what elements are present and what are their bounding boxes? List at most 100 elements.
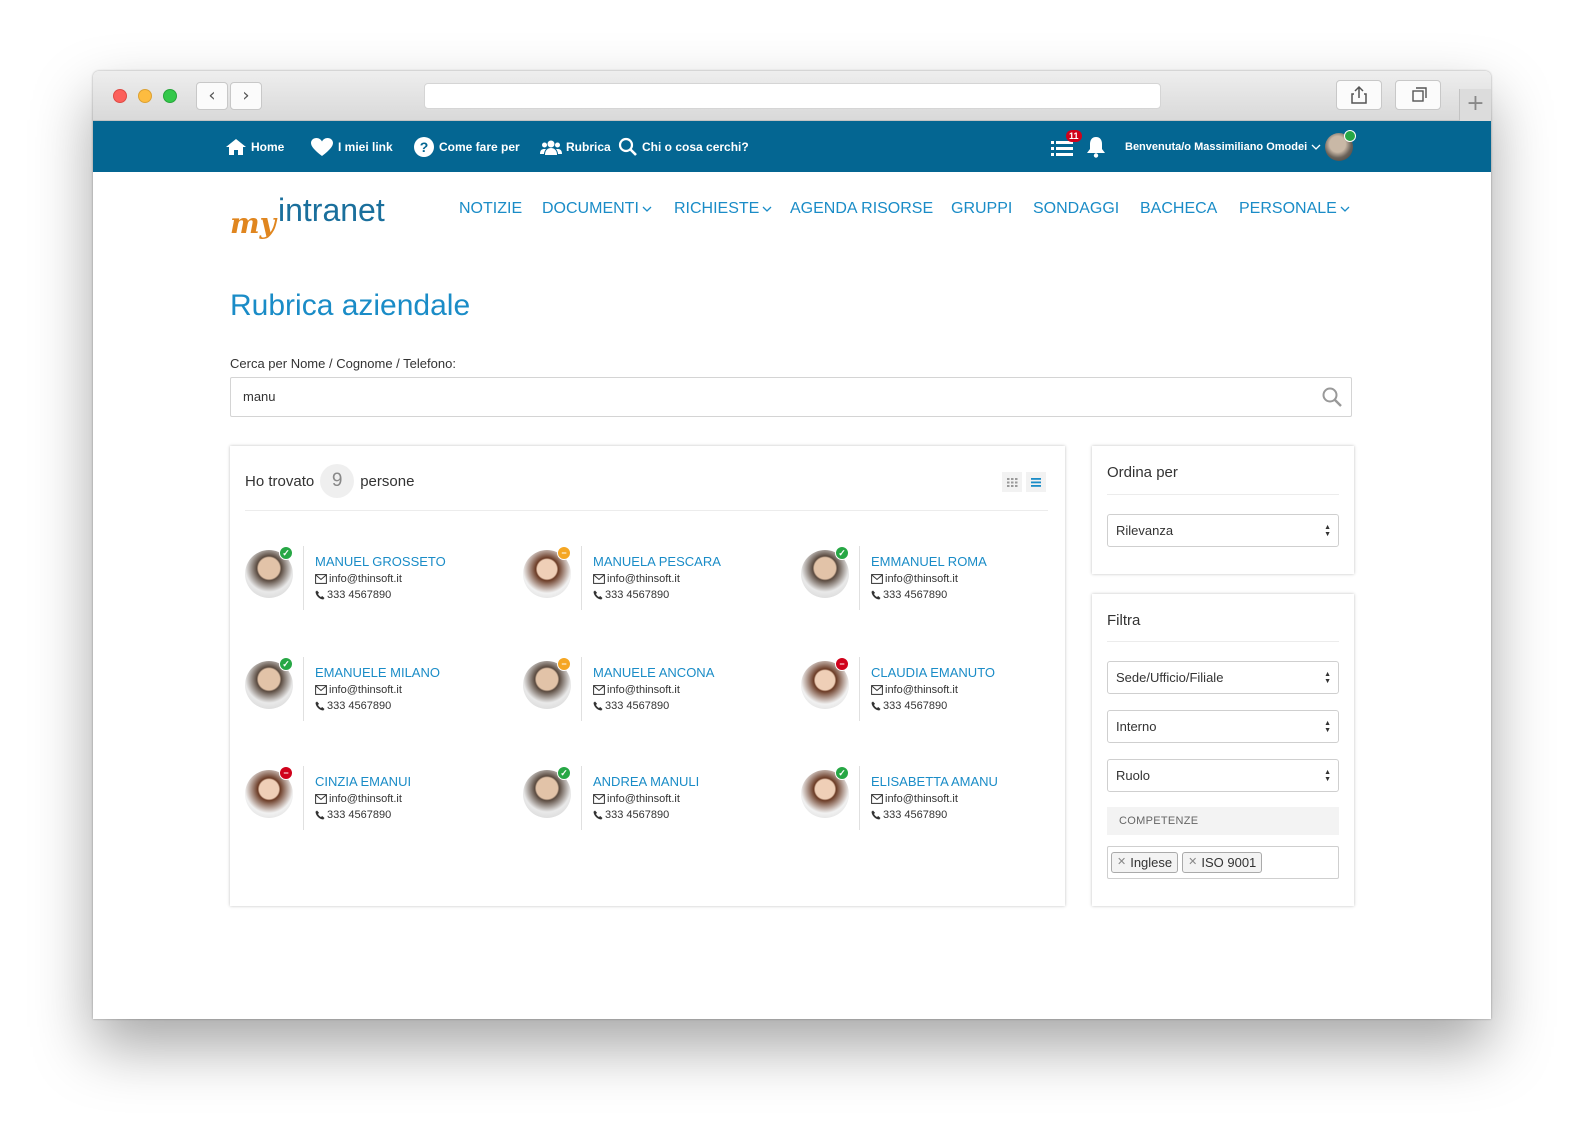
person-card[interactable]: − MANUELE ANCONA info@thinsoft.it 333 45678… [523,657,783,721]
remove-tag-icon[interactable]: ✕ [1188,853,1197,872]
search-icon[interactable] [1321,386,1343,408]
people-search-input[interactable]: manu [230,377,1352,417]
notifications-button[interactable] [1086,121,1106,172]
envelope-icon [315,574,327,584]
grid-view-toggle[interactable] [1002,472,1022,492]
list-icon [1031,478,1041,487]
tag-iso-9001[interactable]: ✕ ISO 9001 [1182,852,1263,873]
role-select[interactable]: Ruolo ▲ ▼ [1107,759,1339,792]
home-link[interactable]: Home [225,121,284,172]
person-name[interactable]: CINZIA EMANUI [315,774,411,789]
person-phone[interactable]: 333 4567890 [871,589,947,601]
nav-documenti[interactable]: DOCUMENTI [542,200,652,218]
internal-select[interactable]: Interno ▲ ▼ [1107,710,1339,743]
card-separator [303,766,304,830]
chevron-down-icon [1311,144,1321,150]
nav-richieste-label: RICHIESTE [674,200,760,217]
tasks-button[interactable]: 11 [1051,121,1082,172]
list-view-toggle[interactable] [1026,472,1046,492]
person-email[interactable]: info@thinsoft.it [315,793,402,805]
person-phone[interactable]: 333 4567890 [593,589,669,601]
person-phone[interactable]: 333 4567890 [871,809,947,821]
page-title: Rubrica aziendale [230,289,471,322]
nav-bacheca[interactable]: BACHECA [1140,200,1217,218]
person-email[interactable]: info@thinsoft.it [315,573,402,585]
person-card[interactable]: − CLAUDIA EMANUTO info@thinsoft.it 333 4567… [801,657,1061,721]
people-search-value: manu [243,389,276,404]
svg-text:?: ? [420,139,429,155]
global-search-link[interactable]: Chi o cosa cerchi? [618,121,749,172]
person-card[interactable]: ✓ EMANUELE MILANO info@thinsoft.it 333 4567… [245,657,505,721]
person-email[interactable]: info@thinsoft.it [871,684,958,696]
person-card[interactable]: ✓ MANUEL GROSSETO info@thinsoft.it 333 4567… [245,546,505,610]
person-phone[interactable]: 333 4567890 [315,700,391,712]
back-button[interactable]: ‹ [196,82,228,110]
new-tab-button[interactable]: + [1459,89,1491,121]
sort-select[interactable]: Rilevanza ▲ ▼ [1107,514,1339,547]
person-card[interactable]: ✓ ELISABETTA AMANU info@thinsoft.it 333 456… [801,766,1061,830]
nav-richieste[interactable]: RICHIESTE [674,200,772,218]
person-name[interactable]: MANUELE ANCONA [593,665,714,680]
rubrica-link[interactable]: Rubrica [540,121,611,172]
person-email-text: info@thinsoft.it [607,573,680,585]
person-phone[interactable]: 333 4567890 [871,700,947,712]
browser-window: ‹ › + Home I miei link ? Come fare per R… [93,71,1491,1019]
remove-tag-icon[interactable]: ✕ [1117,853,1126,872]
howto-link[interactable]: ? Come fare per [413,121,520,172]
person-phone[interactable]: 333 4567890 [315,809,391,821]
global-search-label: Chi o cosa cerchi? [642,139,749,154]
myintranet-logo[interactable]: my intranet [230,191,410,251]
card-separator [581,766,582,830]
person-email[interactable]: info@thinsoft.it [593,684,680,696]
person-phone[interactable]: 333 4567890 [593,700,669,712]
person-name[interactable]: MANUEL GROSSETO [315,554,446,569]
forward-button[interactable]: › [230,82,262,110]
my-links-link[interactable]: I miei link [310,121,393,172]
competences-tags-input[interactable]: ✕ Inglese ✕ ISO 9001 [1107,846,1339,879]
status-badge: ✓ [279,657,293,671]
person-name[interactable]: EMMANUEL ROMA [871,554,987,569]
person-name[interactable]: MANUELA PESCARA [593,554,721,569]
person-email[interactable]: info@thinsoft.it [871,793,958,805]
phone-icon [871,701,881,711]
grid-icon [1007,478,1018,487]
person-phone[interactable]: 333 4567890 [593,809,669,821]
person-email[interactable]: info@thinsoft.it [593,793,680,805]
tag-inglese[interactable]: ✕ Inglese [1111,852,1179,873]
nav-gruppi[interactable]: GRUPPI [951,200,1012,218]
tabs-icon [1412,87,1427,102]
person-card[interactable]: − CINZIA EMANUI info@thinsoft.it 333 456789… [245,766,505,830]
person-phone[interactable]: 333 4567890 [315,589,391,601]
person-email-text: info@thinsoft.it [607,793,680,805]
person-card[interactable]: − MANUELA PESCARA info@thinsoft.it 333 4567… [523,546,783,610]
my-links-label: I miei link [338,139,393,154]
user-menu[interactable]: Benvenuta/o Massimiliano Omodei [1125,121,1357,172]
office-select[interactable]: Sede/Ufficio/Filiale ▲ ▼ [1107,661,1339,694]
phone-icon [593,590,603,600]
results-count-badge: 9 [320,464,355,498]
person-name[interactable]: ELISABETTA AMANU [871,774,998,789]
user-avatar [1325,129,1357,161]
nav-notizie[interactable]: NOTIZIE [459,200,522,218]
share-button[interactable] [1336,80,1382,110]
address-bar[interactable] [424,83,1161,109]
person-phone-text: 333 4567890 [605,700,670,712]
person-email-text: info@thinsoft.it [885,573,958,585]
person-name[interactable]: CLAUDIA EMANUTO [871,665,995,680]
zoom-window-button[interactable] [163,89,177,103]
person-name[interactable]: ANDREA MANULI [593,774,699,789]
person-card[interactable]: ✓ ANDREA MANULI info@thinsoft.it 333 456789… [523,766,783,830]
person-email-text: info@thinsoft.it [329,573,402,585]
person-email[interactable]: info@thinsoft.it [871,573,958,585]
nav-agenda-risorse[interactable]: AGENDA RISORSE [790,200,933,218]
nav-sondaggi[interactable]: SONDAGGI [1033,200,1119,218]
nav-documenti-label: DOCUMENTI [542,200,639,217]
close-window-button[interactable] [113,89,127,103]
person-name[interactable]: EMANUELE MILANO [315,665,440,680]
person-card[interactable]: ✓ EMMANUEL ROMA info@thinsoft.it 333 456789… [801,546,1061,610]
minimize-window-button[interactable] [138,89,152,103]
person-email[interactable]: info@thinsoft.it [593,573,680,585]
tabs-button[interactable] [1395,80,1441,110]
nav-personale[interactable]: PERSONALE [1239,200,1350,218]
person-email[interactable]: info@thinsoft.it [315,684,402,696]
